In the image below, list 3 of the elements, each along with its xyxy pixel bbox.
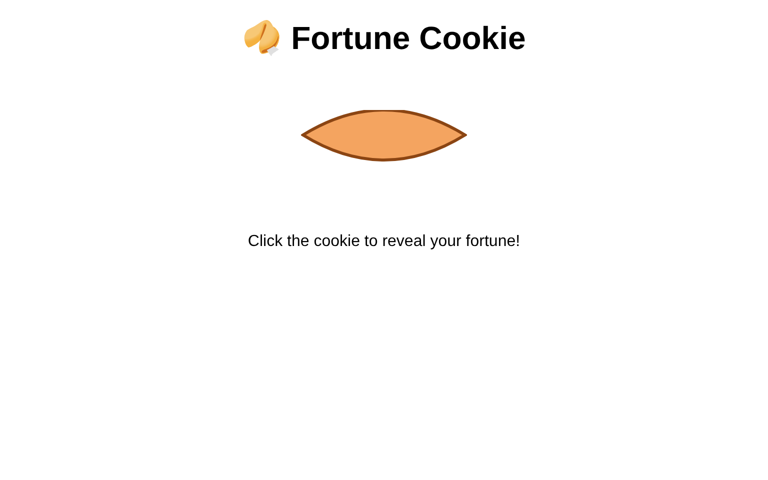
hint-text: Click the cookie to reveal your fortune! bbox=[248, 233, 520, 251]
cookie-button[interactable] bbox=[301, 110, 467, 162]
page-title: 🥠 Fortune Cookie bbox=[242, 20, 526, 57]
